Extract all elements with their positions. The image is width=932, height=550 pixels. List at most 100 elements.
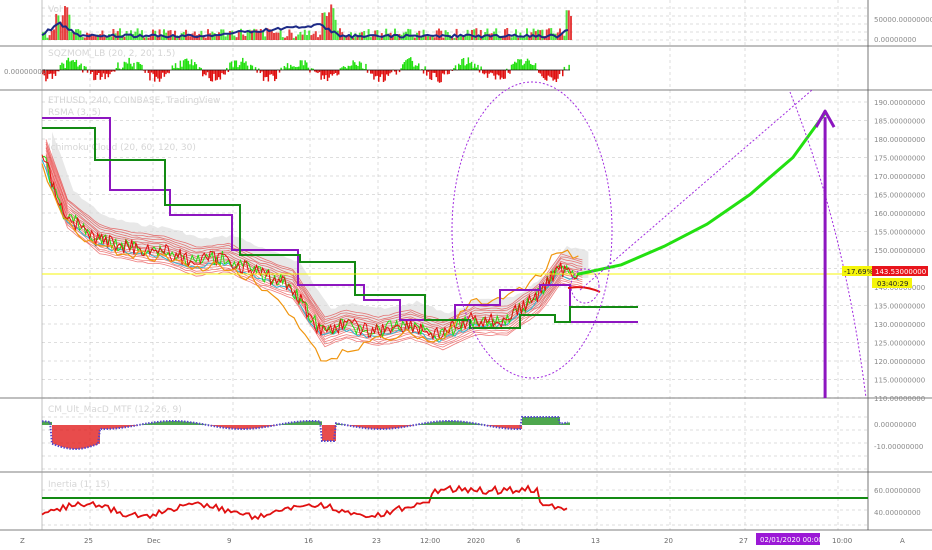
volume-bar-110 — [284, 37, 286, 40]
squeeze-bar-140 — [266, 70, 268, 77]
squeeze-bar-306 — [531, 64, 534, 70]
macd-hist-6 — [54, 425, 56, 445]
squeeze-bar-88 — [182, 60, 185, 70]
squeeze-bar-245 — [434, 70, 436, 73]
volume-bar-80 — [218, 32, 220, 40]
squeeze-bar-311 — [539, 70, 542, 74]
squeeze-bar-139 — [264, 70, 266, 78]
squeeze-bar-13 — [62, 63, 65, 70]
squeeze-bar-114 — [224, 70, 226, 75]
macd-tick-1: -10.00000000 — [874, 443, 923, 451]
squeeze-bar-301 — [523, 63, 526, 70]
squeeze-bar-159 — [296, 66, 298, 70]
volume-bar-92 — [244, 36, 247, 40]
volume-bar-238 — [565, 10, 568, 40]
squeeze-bar-37 — [101, 70, 103, 77]
squeeze-bar-234 — [416, 65, 418, 70]
volume-bar-57 — [167, 30, 170, 40]
squeeze-bar-199 — [360, 62, 362, 70]
main-pane-sublabel-1: RSMA (3, 5) — [48, 108, 101, 118]
macd-hist-165 — [372, 425, 374, 429]
price-tick-4: 170.00000000 — [874, 173, 925, 181]
squeeze-bar-282 — [493, 70, 495, 76]
squeeze-bar-278 — [486, 70, 489, 78]
squeeze-bar-75 — [162, 70, 164, 73]
squeeze-bar-193 — [350, 65, 353, 70]
macd-hist-22 — [86, 425, 88, 448]
squeeze-bar-113 — [222, 70, 225, 75]
squeeze-bar-143 — [270, 70, 273, 75]
squeeze-bar-192 — [349, 66, 351, 70]
squeeze-bar-70 — [154, 70, 156, 82]
volume-bar-79 — [215, 35, 218, 40]
volume-bar-114 — [292, 37, 295, 40]
squeeze-bar-104 — [208, 70, 210, 79]
macd-hist-240 — [522, 417, 524, 425]
squeeze-bar-62 — [141, 64, 143, 70]
squeeze-bar-228 — [406, 59, 409, 70]
macd-hist-10 — [62, 425, 64, 448]
volume-bar-107 — [277, 32, 280, 40]
squeeze-bar-316 — [547, 70, 550, 76]
volume-bar-211 — [506, 28, 509, 40]
volume-bar-84 — [226, 34, 229, 40]
macd-hist-246 — [534, 417, 536, 425]
main-pane-label: ETHUSD, 240, COINBASE, TradingView — [48, 96, 220, 106]
squeeze-bar-263 — [462, 57, 465, 70]
squeeze-bar-198 — [358, 61, 361, 70]
macd-hist-137 — [316, 421, 318, 425]
squeeze-bar-8 — [54, 70, 57, 76]
squeeze-bar-53 — [126, 63, 129, 70]
macd-hist-242 — [526, 417, 528, 425]
macd-hist-254 — [550, 417, 552, 425]
macd-hist-171 — [384, 425, 386, 429]
volume-bar-31 — [110, 36, 113, 40]
squeeze-bar-297 — [517, 59, 519, 70]
squeeze-bar-270 — [474, 63, 476, 70]
squeeze-bar-5 — [50, 70, 52, 74]
squeeze-bar-131 — [251, 65, 254, 70]
squeeze-bar-262 — [461, 59, 463, 70]
macd-hist-263 — [568, 422, 570, 425]
macd-hist-20 — [82, 425, 84, 449]
main-pane-sublabel-2: Ichimoku Cloud (20, 60, 120, 30) — [48, 143, 196, 153]
volume-bar-133 — [334, 19, 337, 40]
squeeze-bar-314 — [544, 70, 546, 80]
macd-hist-21 — [84, 425, 86, 449]
volume-bar-89 — [237, 31, 240, 40]
price-tick-14: 120.00000000 — [874, 358, 925, 366]
time-axis-corner-right[interactable]: A — [900, 537, 905, 545]
volume-bar-153 — [378, 37, 381, 40]
squeeze-bar-211 — [379, 70, 382, 77]
squeeze-bar-153 — [286, 63, 289, 70]
chart-root: Vol SQZMOM_LB (20, 2, 20, 1.5) ETHUSD, 2… — [0, 0, 932, 550]
countdown-tag: 03:40:29 — [877, 280, 908, 288]
squeeze-bar-22 — [77, 66, 79, 70]
volume-pane-label: Vol — [48, 5, 61, 15]
squeeze-bar-64 — [144, 70, 146, 73]
squeeze-bar-217 — [389, 70, 391, 74]
squeeze-bar-208 — [374, 70, 377, 77]
volume-bar-196 — [473, 29, 476, 40]
squeeze-bar-12 — [61, 62, 63, 70]
squeeze-bar-111 — [219, 70, 222, 80]
squeeze-bar-180 — [330, 70, 332, 75]
volume-bar-237 — [563, 35, 566, 40]
squeeze-bar-212 — [381, 70, 383, 75]
volume-bar-216 — [517, 37, 520, 40]
squeeze-bar-141 — [267, 70, 270, 82]
volume-bar-105 — [273, 32, 275, 40]
squeeze-bar-124 — [240, 61, 242, 70]
squeeze-bar-142 — [269, 70, 271, 75]
price-tick-3: 175.00000000 — [874, 155, 925, 163]
macd-hist-249 — [540, 417, 542, 425]
squeeze-bar-26 — [83, 66, 86, 70]
volume-bar-46 — [143, 37, 146, 40]
price-tick-7: 155.00000000 — [874, 229, 925, 237]
price-tick-15: 115.00000000 — [874, 377, 925, 385]
time-axis-corner-left[interactable]: Z — [20, 537, 25, 545]
volume-bar-118 — [301, 34, 304, 40]
squeeze-bar-102 — [205, 70, 207, 76]
squeeze-bar-221 — [395, 70, 398, 75]
squeeze-bar-67 — [149, 70, 151, 81]
